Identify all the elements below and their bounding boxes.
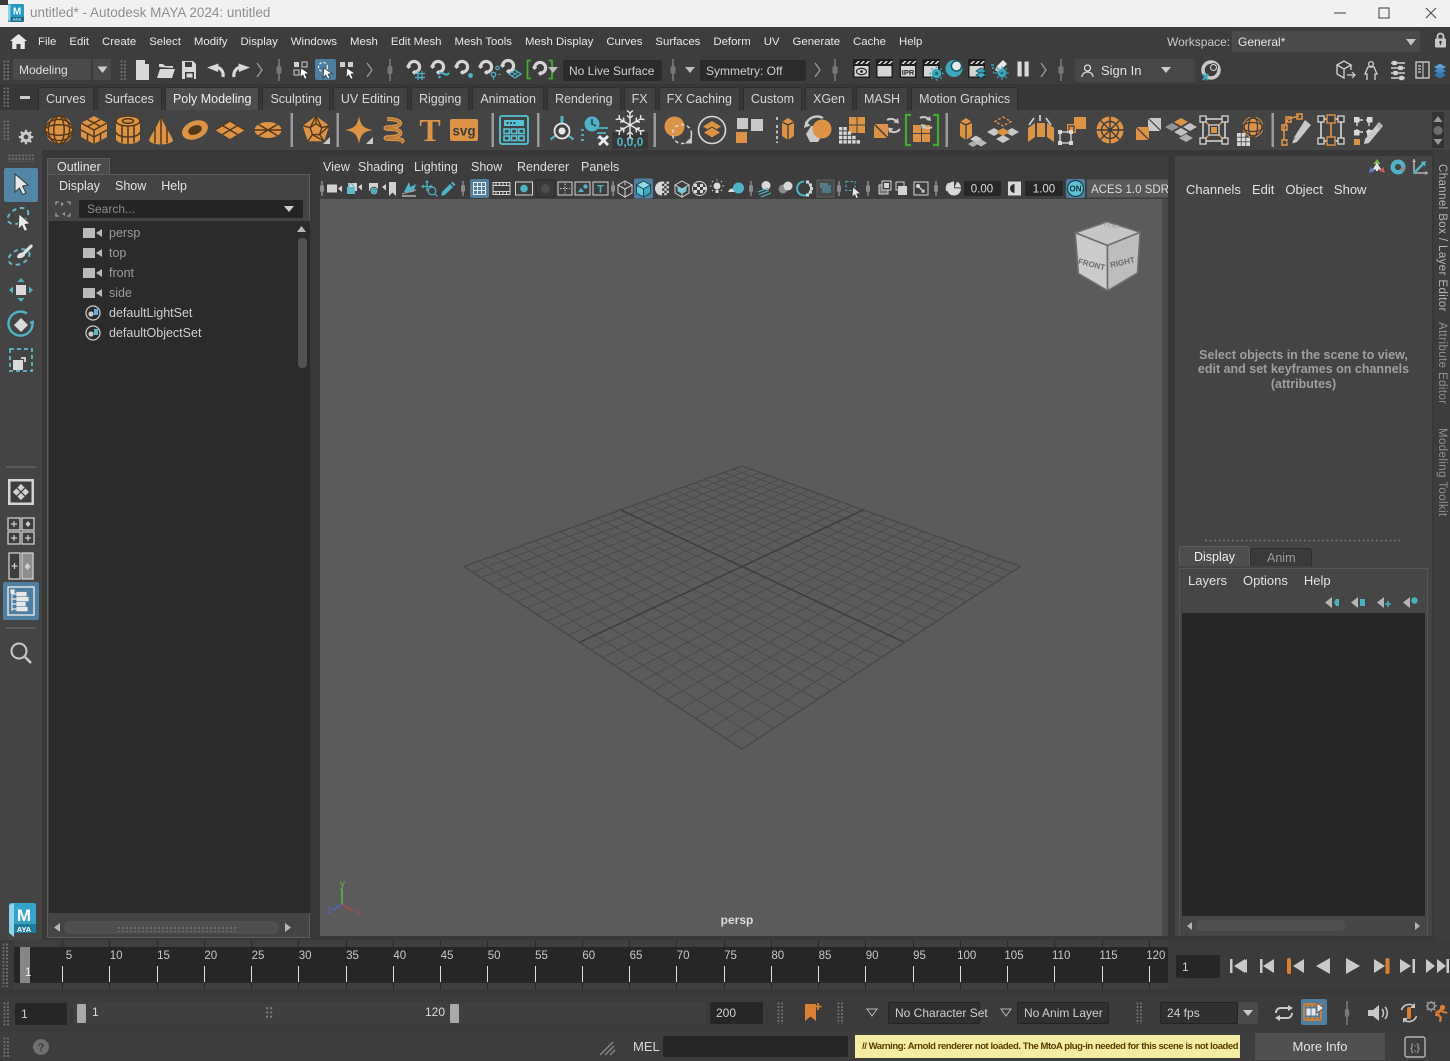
svg-text:M: M [17, 906, 31, 925]
svg-text:{;}: {;} [1410, 1043, 1420, 1054]
svg-text:AYA: AYA [17, 925, 32, 934]
svg-text:?: ? [38, 1042, 45, 1054]
svg-text:T: T [597, 184, 604, 196]
svg-text:1.00: 1.00 [1033, 184, 1055, 196]
svg-text:IPR: IPR [902, 68, 915, 77]
svg-text:ON: ON [1070, 185, 1082, 194]
svg-text:0.00: 0.00 [971, 184, 993, 196]
svg-text:ACES 1.0 SDR-v: ACES 1.0 SDR-v [1091, 184, 1168, 196]
svg-text:0,0,0: 0,0,0 [617, 135, 644, 149]
svg-text:svg: svg [452, 124, 475, 139]
svg-text:AYA: AYA [13, 17, 22, 22]
svg-text:y: y [340, 879, 345, 890]
svg-text:M: M [13, 7, 21, 18]
svg-text:T: T [419, 112, 440, 148]
